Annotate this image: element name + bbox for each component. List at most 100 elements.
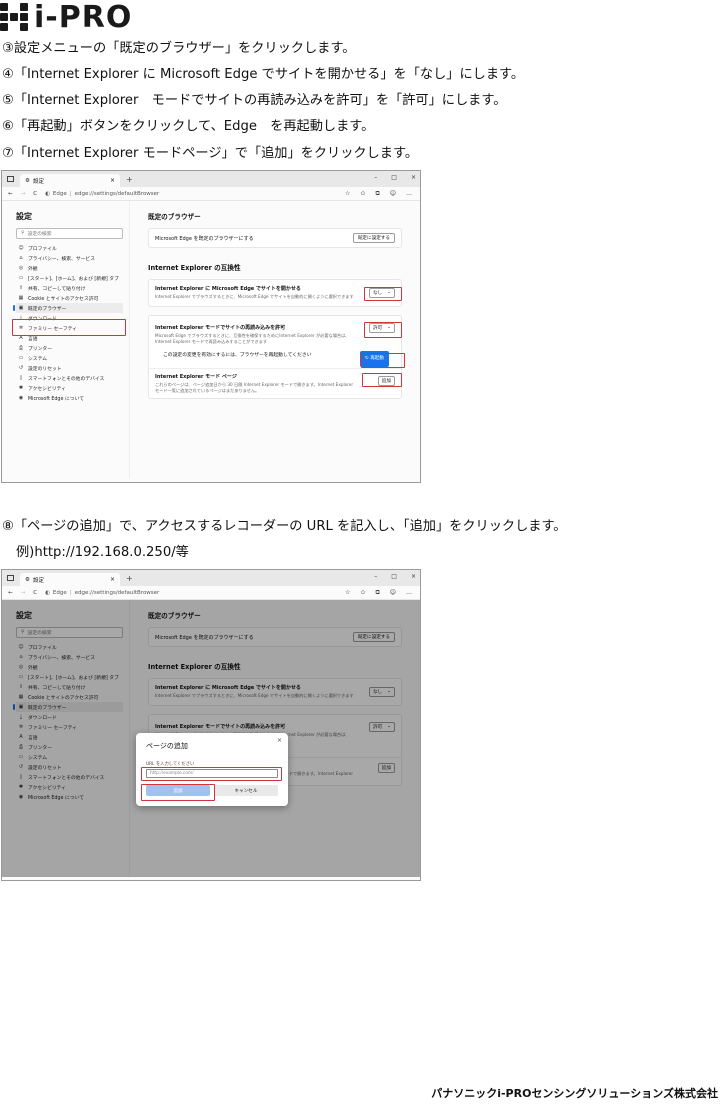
sidebar-item-system[interactable]: ▭ システム [16, 353, 123, 363]
sidebar-item-appearance[interactable]: ◎ 外観 [16, 263, 123, 273]
tab-actions-icon[interactable] [7, 575, 14, 581]
edge-logo-icon: ◉ [18, 395, 24, 401]
edge-label: Edge [52, 190, 67, 197]
edge-icon: ◐ [45, 190, 50, 197]
sidebar-item-label: [スタート]、[ホーム]、および [新規] タブ [28, 276, 119, 282]
start-page-icon: ▭ [18, 275, 24, 281]
chevron-down-icon: ⌄ [387, 290, 391, 295]
sidebar-item-label: ダウンロード [28, 316, 57, 322]
profile-icon[interactable]: ☺ [390, 190, 396, 198]
sidebar-item-family[interactable]: ✲ ファミリー セーフティ [16, 323, 123, 333]
window-controls: – □ × [374, 573, 416, 580]
forward-icon[interactable]: → [21, 590, 26, 596]
open-in-edge-card: Internet Explorer に Microsoft Edge でサイトを… [148, 279, 402, 307]
search-icon: ⚲ [21, 231, 25, 236]
read-aloud-icon[interactable]: ☆ [345, 589, 350, 597]
tab-close-icon[interactable]: × [110, 576, 115, 583]
maximize-icon[interactable]: □ [391, 174, 397, 181]
settings-content: 設定 ⚲ 設定の検索 ☺ プロファイル ⌂ プライバシー、検索、サービス ◎ 外観 ▭… [2, 600, 420, 877]
sidebar-item-label: プリンター [28, 346, 52, 352]
read-aloud-icon[interactable]: ☆ [345, 190, 350, 198]
sidebar-item-label: 既定のブラウザー [28, 306, 67, 312]
sidebar-item-about[interactable]: ◉ Microsoft Edge について [16, 393, 123, 403]
make-default-button[interactable]: 既定に設定する [352, 233, 395, 243]
settings-sidebar: 設定 ⚲ 設定の検索 ☺ プロファイル ⌂ プライバシー、検索、サービス ◎ 外観 ▭… [2, 201, 130, 478]
minimize-icon[interactable]: – [374, 174, 377, 181]
favorite-icon[interactable]: ✩ [360, 190, 365, 198]
tab-bar: ⚙ 設定 × + – □ × [2, 171, 420, 187]
step-4: ④「Internet Explorer に Microsoft Edge でサイ… [2, 67, 525, 82]
minimize-icon[interactable]: – [374, 573, 377, 580]
sidebar-item-share[interactable]: ⇪ 共有、コピーして貼り付け [16, 283, 123, 293]
address-text: edge://settings/defaultBrowser [74, 190, 160, 197]
profile-icon[interactable]: ☺ [390, 589, 396, 597]
sidebar-item-accessibility[interactable]: ✱ アクセシビリティ [16, 383, 123, 393]
collections-icon[interactable]: ⧉ [375, 589, 379, 597]
url-field[interactable]: ◐ Edge | edge://settings/defaultBrowser [45, 590, 159, 596]
sidebar-item-profile[interactable]: ☺ プロファイル [16, 243, 123, 253]
maximize-icon[interactable]: □ [391, 573, 397, 580]
sidebar-item-privacy[interactable]: ⌂ プライバシー、検索、サービス [16, 253, 123, 263]
step-8: ⑧「ページの追加」で、アクセスするレコーダーの URL を記入し、「追加」をクリ… [2, 519, 567, 534]
favorite-icon[interactable]: ✩ [360, 589, 365, 597]
system-icon: ▭ [18, 355, 24, 361]
back-icon[interactable]: ← [8, 590, 13, 596]
profile-nav-icon: ☺ [18, 245, 24, 251]
dialog-close-icon[interactable]: × [277, 737, 282, 744]
open-in-edge-select[interactable]: なし ⌄ [368, 288, 395, 298]
add-button[interactable]: 追加 [146, 785, 210, 796]
settings-tab[interactable]: ⚙ 設定 × [20, 573, 120, 586]
back-icon[interactable]: ← [8, 191, 13, 197]
sidebar-item-languages[interactable]: A 言語 [16, 333, 123, 343]
ie-pages-add-button[interactable]: 追加 [377, 376, 395, 386]
forward-icon[interactable]: → [21, 191, 26, 197]
close-window-icon[interactable]: × [411, 573, 416, 580]
dialog-title: ページの追加 [146, 742, 188, 750]
reload-ie-select[interactable]: 許可 ⌄ [368, 323, 395, 333]
sidebar-item-label: 言語 [28, 336, 38, 342]
add-page-dialog: × ページの追加 URL を入力してください http://example.co… [136, 733, 288, 806]
sidebar-item-devices[interactable]: ▯ スマートフォンとその他のデバイス [16, 373, 123, 383]
printer-icon: ⎙ [18, 345, 23, 351]
settings-tab[interactable]: ⚙ 設定 × [20, 174, 120, 187]
cancel-button[interactable]: キャンセル [214, 785, 278, 796]
collections-icon[interactable]: ⧉ [375, 190, 379, 198]
share-icon: ⇪ [18, 285, 24, 291]
tab-actions-icon[interactable] [7, 176, 14, 182]
address-separator: | [69, 190, 72, 197]
sidebar-item-printers[interactable]: ⎙ プリンター [16, 343, 123, 353]
new-tab-icon[interactable]: + [126, 574, 133, 583]
new-tab-icon[interactable]: + [126, 175, 133, 184]
address-separator: | [69, 589, 72, 596]
sidebar-item-default-browser[interactable]: ▣ 既定のブラウザー [13, 303, 123, 313]
sidebar-item-start-home[interactable]: ▭ [スタート]、[ホーム]、および [新規] タブ [16, 273, 123, 283]
reload-icon[interactable]: C [33, 590, 37, 596]
reset-icon: ↺ [18, 365, 24, 371]
open-in-edge-title: Internet Explorer に Microsoft Edge でサイトを… [155, 286, 301, 292]
sidebar-item-downloads[interactable]: ⤓ ダウンロード [16, 313, 123, 323]
ipro-logo: i-PRO [0, 0, 140, 36]
step-6: ⑥「再起動」ボタンをクリックして、Edge を再起動します。 [2, 119, 375, 134]
url-input[interactable]: http://example.com/ [146, 769, 278, 778]
restart-button[interactable]: ↻ 再起動 [359, 351, 389, 368]
address-text: edge://settings/defaultBrowser [74, 589, 160, 596]
compat-heading: Internet Explorer の互換性 [148, 264, 241, 272]
url-field[interactable]: ◐ Edge | edge://settings/defaultBrowser [45, 191, 159, 197]
tab-title: 設定 [32, 577, 44, 584]
reload-icon[interactable]: C [33, 191, 37, 197]
browser-icon: ▣ [18, 305, 24, 311]
tab-close-icon[interactable]: × [110, 177, 115, 184]
sidebar-item-reset[interactable]: ↺ 設定のリセット [16, 363, 123, 373]
ie-compat-card: Internet Explorer モードでサイトの再読み込みを許可 Micro… [148, 315, 402, 399]
address-bar: ← → C ◐ Edge | edge://settings/defaultBr… [2, 187, 420, 201]
dialog-buttons: 追加 キャンセル [146, 785, 278, 796]
open-in-edge-desc: Internet Explorer でブラウズするときに、Microsoft E… [155, 294, 354, 299]
close-window-icon[interactable]: × [411, 174, 416, 181]
sidebar-item-cookies[interactable]: ▦ Cookie とサイトのアクセス許可 [16, 293, 123, 303]
more-icon[interactable]: … [406, 589, 412, 597]
more-icon[interactable]: … [406, 190, 412, 198]
sidebar-item-label: スマートフォンとその他のデバイス [28, 376, 105, 382]
search-placeholder: 設定の検索 [27, 232, 52, 237]
toolbar-icons: ☆ ✩ ⧉ ☺ … [345, 589, 412, 597]
settings-search-input[interactable]: ⚲ 設定の検索 [16, 228, 123, 239]
